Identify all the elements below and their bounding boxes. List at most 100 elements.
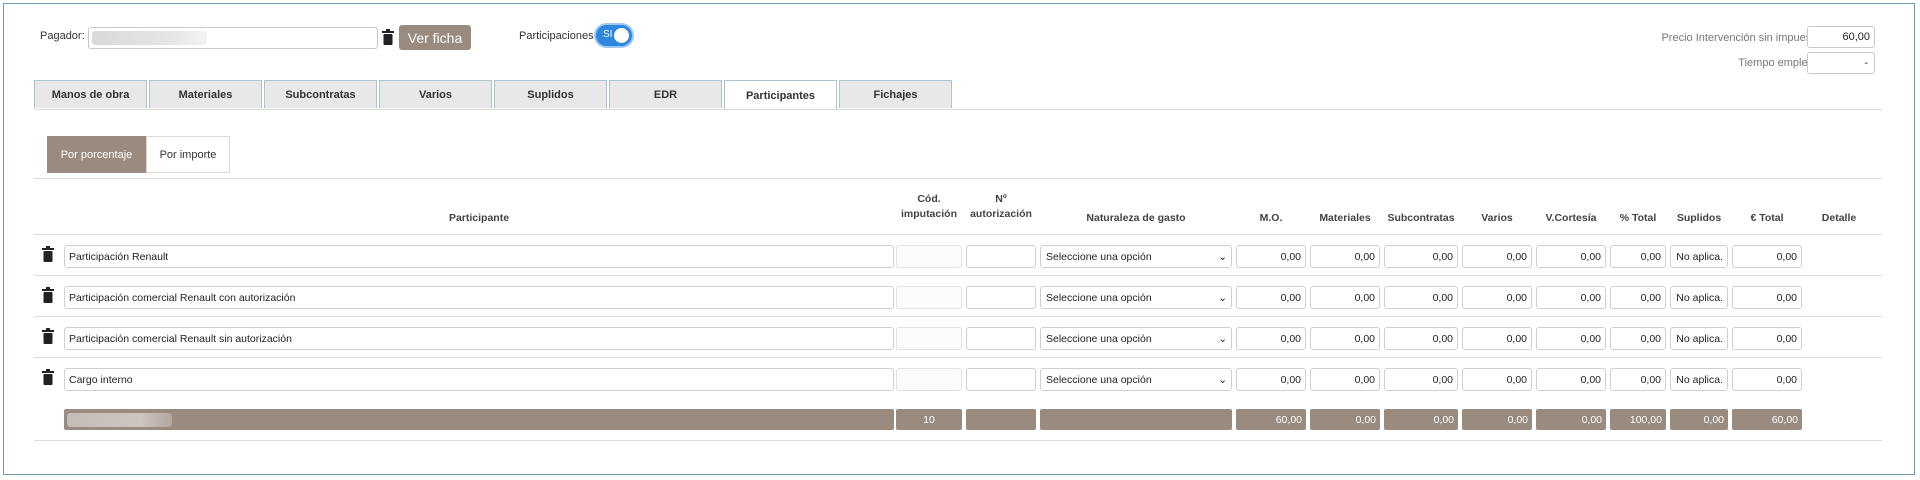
col-vcortesia: V.Cortesía (1545, 212, 1597, 224)
form-panel: Pagador: Ver ficha Participaciones: SI P… (3, 3, 1915, 475)
participante-input[interactable]: Cargo interno (64, 368, 894, 391)
subcontratas-input[interactable]: 0,00 (1384, 368, 1458, 391)
por-porcentaje-button[interactable]: Por porcentaje (47, 136, 146, 173)
col-participante: Participante (448, 212, 510, 224)
vcortesia-input[interactable]: 0,00 (1536, 327, 1606, 350)
ptotal-input[interactable]: 0,00 (1610, 245, 1666, 268)
subcontratas-input[interactable]: 0,00 (1384, 286, 1458, 309)
participaciones-toggle[interactable]: SI (596, 25, 632, 46)
materiales-input[interactable]: 0,00 (1310, 368, 1380, 391)
varios-input[interactable]: 0,00 (1462, 368, 1532, 391)
table-bottom-divider (34, 440, 1882, 441)
varios-input[interactable]: 0,00 (1462, 245, 1532, 268)
tiempo-input[interactable]: - (1807, 52, 1875, 74)
etotal-input[interactable]: 0,00 (1732, 327, 1802, 350)
vcortesia-input[interactable]: 0,00 (1536, 286, 1606, 309)
subcontratas-input[interactable]: 0,00 (1384, 245, 1458, 268)
precio-label: Precio Intervención sin impuestos: (1661, 32, 1829, 44)
ptotal-input[interactable]: 0,00 (1610, 286, 1666, 309)
mo-input[interactable]: 0,00 (1236, 368, 1306, 391)
totals-materiales: 0,00 (1310, 409, 1380, 430)
naturaleza-select[interactable]: Seleccione una opción ⌄ (1040, 245, 1232, 268)
materiales-input[interactable]: 0,00 (1310, 245, 1380, 268)
mo-input[interactable]: 0,00 (1236, 286, 1306, 309)
naturaleza-select[interactable]: Seleccione una opción ⌄ (1040, 327, 1232, 350)
col-num-autorizacion: Nº autorización (970, 193, 1032, 220)
ptotal-input[interactable]: 0,00 (1610, 327, 1666, 350)
suplidos-input: No aplica. (1670, 245, 1728, 268)
por-importe-button[interactable]: Por importe (146, 136, 230, 173)
totals-suplidos: 0,00 (1670, 409, 1728, 430)
suplidos-input: No aplica. (1670, 368, 1728, 391)
etotal-input[interactable]: 0,00 (1732, 245, 1802, 268)
vcortesia-input[interactable]: 0,00 (1536, 245, 1606, 268)
cod-imputacion-input[interactable] (896, 327, 962, 350)
chevron-down-icon: ⌄ (1218, 373, 1227, 386)
col-subcontratas: Subcontratas (1387, 212, 1455, 224)
row-divider (34, 275, 1882, 276)
pagador-label: Pagador: (40, 30, 85, 42)
col-detalle: Detalle (1821, 212, 1857, 224)
cod-imputacion-input[interactable] (896, 286, 962, 309)
materiales-input[interactable]: 0,00 (1310, 286, 1380, 309)
tab-subcontratas[interactable]: Subcontratas (264, 80, 377, 108)
tab-manos-de-obra[interactable]: Manos de obra (34, 80, 147, 108)
vcortesia-input[interactable]: 0,00 (1536, 368, 1606, 391)
chevron-down-icon: ⌄ (1218, 332, 1227, 345)
varios-input[interactable]: 0,00 (1462, 327, 1532, 350)
trash-icon[interactable] (382, 29, 394, 45)
row-divider (34, 357, 1882, 358)
mo-input[interactable]: 0,00 (1236, 245, 1306, 268)
num-autorizacion-input[interactable] (966, 245, 1036, 268)
trash-icon[interactable] (42, 328, 54, 344)
col-materiales: Materiales (1319, 212, 1371, 224)
naturaleza-select[interactable]: Seleccione una opción ⌄ (1040, 368, 1232, 391)
col-ptotal: % Total (1619, 212, 1657, 224)
totals-participante (64, 409, 894, 430)
chevron-down-icon: ⌄ (1218, 250, 1227, 263)
participante-input[interactable]: Participación comercial Renault sin auto… (64, 327, 894, 350)
tab-fichajes[interactable]: Fichajes (839, 80, 952, 108)
mo-input[interactable]: 0,00 (1236, 327, 1306, 350)
varios-input[interactable]: 0,00 (1462, 286, 1532, 309)
totals-ptotal: 100,00 (1610, 409, 1666, 430)
trash-icon[interactable] (42, 369, 54, 385)
totals-vcortesia: 0,00 (1536, 409, 1606, 430)
col-varios: Varios (1481, 212, 1513, 224)
precio-input[interactable]: 60,00 (1807, 26, 1875, 48)
num-autorizacion-input[interactable] (966, 286, 1036, 309)
totals-subcontratas: 0,00 (1384, 409, 1458, 430)
pagador-value-redacted (92, 31, 207, 45)
participante-input[interactable]: Participación comercial Renault con auto… (64, 286, 894, 309)
header-divider (34, 234, 1882, 235)
cod-imputacion-input[interactable] (896, 368, 962, 391)
totals-num-autorizacion (966, 409, 1036, 430)
tab-varios[interactable]: Varios (379, 80, 492, 108)
totals-value-redacted (67, 413, 172, 427)
trash-icon[interactable] (42, 246, 54, 262)
tab-edr[interactable]: EDR (609, 80, 722, 108)
cod-imputacion-input[interactable] (896, 245, 962, 268)
materiales-input[interactable]: 0,00 (1310, 327, 1380, 350)
toggle-state-label: SI (603, 29, 613, 40)
ptotal-input[interactable]: 0,00 (1610, 368, 1666, 391)
tab-divider (34, 109, 1882, 110)
tab-suplidos[interactable]: Suplidos (494, 80, 607, 108)
ver-ficha-button[interactable]: Ver ficha (399, 25, 471, 50)
trash-icon[interactable] (42, 287, 54, 303)
naturaleza-select[interactable]: Seleccione una opción ⌄ (1040, 286, 1232, 309)
tab-participantes[interactable]: Participantes (724, 80, 837, 110)
tab-materiales[interactable]: Materiales (149, 80, 262, 108)
totals-varios: 0,00 (1462, 409, 1532, 430)
col-naturaleza: Naturaleza de gasto (1086, 212, 1186, 224)
col-suplidos: Suplidos (1676, 212, 1722, 224)
subcontratas-input[interactable]: 0,00 (1384, 327, 1458, 350)
etotal-input[interactable]: 0,00 (1732, 368, 1802, 391)
participaciones-label: Participaciones: (519, 30, 597, 42)
pagador-input[interactable] (88, 27, 378, 49)
num-autorizacion-input[interactable] (966, 368, 1036, 391)
participante-input[interactable]: Participación Renault (64, 245, 894, 268)
suplidos-input: No aplica. (1670, 327, 1728, 350)
num-autorizacion-input[interactable] (966, 327, 1036, 350)
etotal-input[interactable]: 0,00 (1732, 286, 1802, 309)
